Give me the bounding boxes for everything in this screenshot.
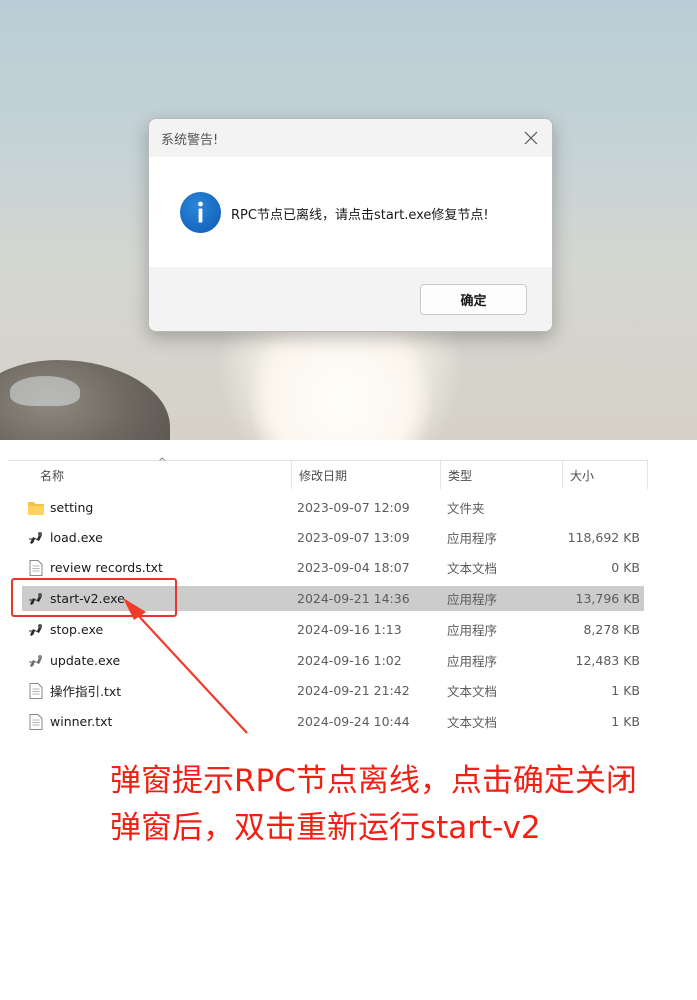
file-row-load-exe[interactable]: load.exe 2023-09-07 13:09 应用程序 118,692 K…	[22, 525, 644, 550]
file-size: 1 KB	[611, 714, 640, 729]
desktop-wallpaper: 系统警告! RPC节点已离线，请点击start.exe修复节点! 确定	[0, 0, 697, 440]
file-name: winner.txt	[50, 714, 113, 729]
file-type: 应用程序	[447, 654, 498, 669]
file-name-cell: stop.exe	[28, 617, 103, 642]
ok-button[interactable]: 确定	[420, 284, 527, 315]
file-type: 应用程序	[447, 592, 498, 607]
dialog-title: 系统警告!	[161, 133, 219, 148]
mountain-snow	[10, 376, 80, 406]
file-type: 文本文档	[447, 715, 498, 730]
file-name: stop.exe	[50, 622, 104, 637]
file-name: update.exe	[50, 653, 121, 668]
column-header-date[interactable]: 修改日期	[291, 461, 441, 489]
column-header-type-label: 类型	[448, 468, 473, 483]
dialog-titlebar[interactable]: 系统警告!	[149, 119, 552, 157]
file-type: 文件夹	[447, 501, 485, 516]
exe-icon	[28, 530, 44, 546]
file-size: 12,483 KB	[575, 653, 640, 668]
file-row-update-exe[interactable]: update.exe 2024-09-16 1:02 应用程序 12,483 K…	[22, 648, 644, 673]
file-name-cell: update.exe	[28, 648, 120, 673]
file-row-review-records[interactable]: review records.txt 2023-09-04 18:07 文本文档…	[22, 555, 644, 580]
file-type: 文本文档	[447, 684, 498, 699]
text-file-icon	[28, 713, 44, 730]
file-type: 应用程序	[447, 531, 498, 546]
close-button[interactable]	[514, 123, 548, 153]
file-name: setting	[50, 500, 94, 515]
sort-ascending-icon: ^	[158, 457, 167, 468]
file-row-guide-txt[interactable]: 操作指引.txt 2024-09-21 21:42 文本文档 1 KB	[22, 678, 644, 703]
file-row-setting[interactable]: setting 2023-09-07 12:09 文件夹	[22, 495, 644, 520]
file-name-cell: 操作指引.txt	[28, 678, 121, 703]
file-date: 2024-09-21 14:36	[297, 591, 410, 606]
file-date: 2023-09-04 18:07	[297, 560, 410, 575]
file-size: 1 KB	[611, 683, 640, 698]
file-date: 2024-09-16 1:13	[297, 622, 402, 637]
file-name: load.exe	[50, 530, 103, 545]
annotation-text: 弹窗提示RPC节点离线，点击确定关闭 弹窗后，双击重新运行start-v2	[110, 758, 690, 852]
exe-icon	[28, 622, 44, 638]
file-size: 118,692 KB	[567, 530, 640, 545]
file-size: 8,278 KB	[583, 622, 640, 637]
folder-icon	[28, 500, 44, 516]
column-header-date-label: 修改日期	[299, 468, 348, 483]
file-type: 应用程序	[447, 623, 498, 638]
column-divider[interactable]	[647, 461, 648, 489]
file-name: review records.txt	[50, 560, 163, 575]
dialog-footer: 确定	[149, 267, 552, 331]
file-size: 0 KB	[611, 560, 640, 575]
dialog-message: RPC节点已离线，请点击start.exe修复节点!	[231, 208, 489, 223]
exe-icon	[28, 653, 44, 669]
column-header-name-label: 名称	[40, 468, 65, 483]
close-icon	[524, 131, 538, 145]
file-date: 2023-09-07 12:09	[297, 500, 410, 515]
file-date: 2024-09-16 1:02	[297, 653, 402, 668]
alert-dialog: 系统警告! RPC节点已离线，请点击start.exe修复节点! 确定	[148, 118, 553, 332]
text-file-icon	[28, 559, 44, 576]
dialog-body: RPC节点已离线，请点击start.exe修复节点!	[149, 157, 552, 267]
file-name-cell: winner.txt	[28, 709, 112, 734]
file-row-stop-exe[interactable]: stop.exe 2024-09-16 1:13 应用程序 8,278 KB	[22, 617, 644, 642]
file-date: 2023-09-07 13:09	[297, 530, 410, 545]
column-header-type[interactable]: 类型	[440, 461, 562, 489]
file-type: 文本文档	[447, 561, 498, 576]
text-file-icon	[28, 682, 44, 699]
annotation-highlight-box	[11, 578, 177, 617]
info-icon	[180, 192, 221, 233]
file-name: 操作指引.txt	[50, 684, 122, 699]
file-row-winner-txt[interactable]: winner.txt 2024-09-24 10:44 文本文档 1 KB	[22, 709, 644, 734]
file-name-cell: setting	[28, 495, 93, 520]
column-header-size[interactable]: 大小	[562, 461, 648, 489]
file-name-cell: review records.txt	[28, 555, 163, 580]
column-header-row: 名称 ^ 修改日期 类型 大小	[8, 457, 648, 489]
file-name-cell: load.exe	[28, 525, 103, 550]
annotation-line-1: 弹窗提示RPC节点离线，点击确定关闭	[110, 763, 637, 799]
file-size: 13,796 KB	[575, 591, 640, 606]
file-date: 2024-09-21 21:42	[297, 683, 410, 698]
file-date: 2024-09-24 10:44	[297, 714, 410, 729]
annotation-line-2: 弹窗后，双击重新运行start-v2	[110, 810, 541, 846]
column-header-size-label: 大小	[570, 468, 595, 483]
